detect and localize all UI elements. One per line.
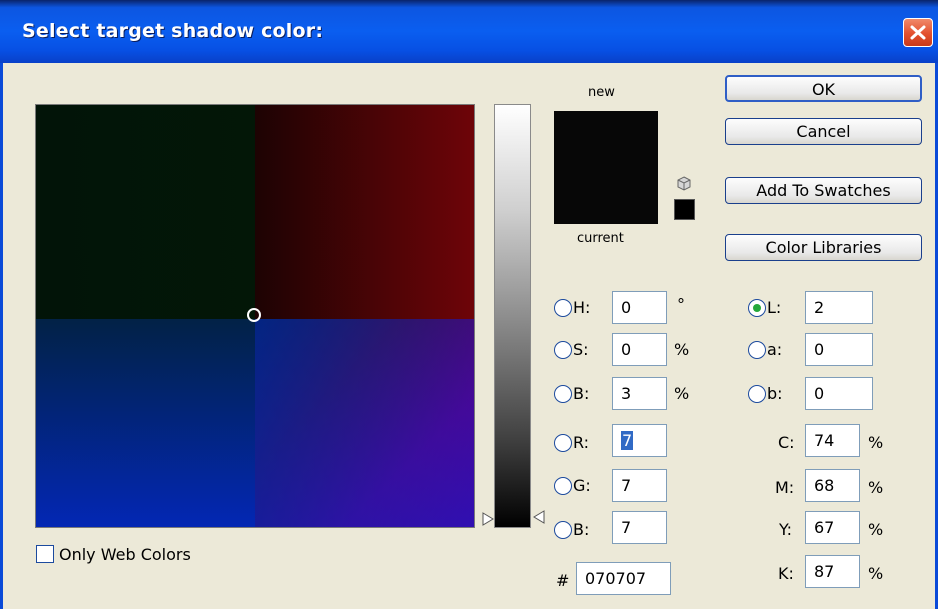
green-field[interactable]: 7 (612, 469, 667, 502)
color-field-region (255, 319, 474, 527)
brightness-radio[interactable] (554, 385, 572, 403)
saturation-unit: % (674, 340, 690, 359)
current-color-swatch[interactable] (554, 169, 658, 224)
new-color-swatch (554, 111, 658, 169)
out-of-gamut-swatch[interactable] (674, 199, 695, 220)
magenta-unit: % (868, 478, 884, 497)
blue-field[interactable]: 7 (612, 511, 667, 544)
slider-arrow-icon[interactable] (482, 512, 494, 526)
close-button[interactable] (903, 18, 933, 47)
blue-label: B: (573, 520, 590, 539)
magenta-field[interactable]: 68 (805, 469, 860, 502)
dialog-title: Select target shadow color: (22, 20, 324, 42)
hex-label: # (556, 571, 570, 590)
brightness-label: B: (573, 384, 590, 403)
red-field[interactable]: 7 (612, 424, 667, 457)
b-channel-label: b: (767, 384, 783, 403)
only-web-colors-checkbox[interactable] (36, 545, 54, 563)
yellow-field[interactable]: 67 (805, 511, 860, 544)
black-label: K: (778, 564, 794, 583)
slider-arrow-icon[interactable] (533, 510, 545, 524)
blue-radio[interactable] (554, 521, 572, 539)
cube-icon[interactable] (676, 176, 692, 192)
saturation-radio[interactable] (554, 341, 572, 359)
cyan-unit: % (868, 433, 884, 452)
hex-field[interactable]: 070707 (576, 562, 671, 595)
red-value: 7 (621, 431, 634, 450)
lightness-label: L: (767, 298, 782, 317)
lightness-field[interactable]: 2 (805, 291, 873, 324)
black-field[interactable]: 87 (805, 555, 860, 588)
a-channel-label: a: (767, 340, 783, 359)
hue-unit: ° (677, 295, 685, 314)
green-label: G: (573, 476, 591, 495)
a-channel-field[interactable]: 0 (805, 333, 873, 366)
yellow-unit: % (868, 520, 884, 539)
ok-button[interactable]: OK (725, 75, 922, 102)
green-radio[interactable] (554, 477, 572, 495)
red-radio[interactable] (554, 434, 572, 452)
color-picker-circle[interactable] (247, 308, 261, 322)
magenta-label: M: (775, 478, 795, 497)
yellow-label: Y: (779, 520, 793, 539)
only-web-colors-label: Only Web Colors (59, 545, 191, 564)
color-libraries-button[interactable]: Color Libraries (725, 234, 922, 261)
cyan-field[interactable]: 74 (805, 424, 860, 457)
b-channel-field[interactable]: 0 (805, 377, 873, 410)
a-channel-radio[interactable] (748, 341, 766, 359)
add-to-swatches-button[interactable]: Add To Swatches (725, 177, 922, 204)
title-bar: Select target shadow color: (0, 0, 938, 63)
black-unit: % (868, 564, 884, 583)
current-color-label: current (577, 231, 624, 246)
close-icon (910, 25, 926, 40)
color-field-region (36, 105, 255, 319)
red-label: R: (573, 433, 590, 452)
cancel-button[interactable]: Cancel (725, 118, 922, 145)
color-field-region (36, 319, 255, 527)
hue-radio[interactable] (554, 299, 572, 317)
luminance-slider[interactable] (494, 104, 531, 528)
brightness-field[interactable]: 3 (612, 377, 667, 410)
color-field-region (255, 105, 474, 319)
saturation-field[interactable]: 0 (612, 333, 667, 366)
brightness-unit: % (674, 384, 690, 403)
hue-label: H: (573, 298, 591, 317)
cyan-label: C: (778, 433, 795, 452)
lightness-radio[interactable] (748, 299, 766, 317)
b-channel-radio[interactable] (748, 385, 766, 403)
hue-field[interactable]: 0 (612, 291, 667, 324)
new-color-label: new (588, 85, 615, 100)
saturation-label: S: (573, 340, 589, 359)
